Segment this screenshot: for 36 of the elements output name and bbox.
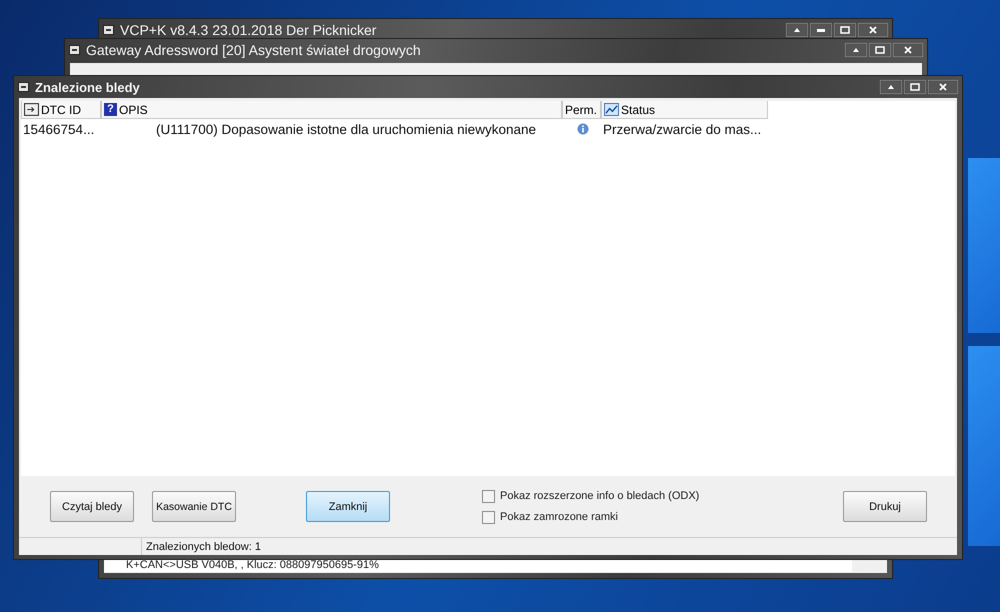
close-icon[interactable] (928, 80, 958, 94)
table-cell-text: 15466754... (22, 122, 96, 136)
action-button[interactable]: Zamknij (306, 491, 390, 522)
system-menu-icon[interactable] (18, 82, 29, 92)
minimize-icon[interactable] (810, 23, 832, 37)
action-button[interactable]: Kasowanie DTC (152, 491, 236, 522)
table-row[interactable]: 15466754... (U111700) Dopasowanie istotne dla uruchomienia niewykonane Przerwa/zwarcie do mas... (21, 119, 955, 139)
column-header[interactable]: Perm. (562, 101, 601, 119)
checkbox-label: Pokaz zamrozone ramki (500, 511, 618, 523)
checkbox[interactable] (482, 490, 495, 502)
action-button[interactable]: Czytaj bledy (50, 491, 134, 522)
checkbox-label: Pokaz rozszerzone info o bledach (ODX) (500, 490, 700, 502)
print-button[interactable]: Drukuj (843, 491, 927, 522)
column-header[interactable]: DTC ID (21, 101, 101, 119)
window-title: Gateway Adressword [20] Asystent świateł drogowych (86, 42, 422, 58)
checkbox[interactable] (482, 510, 495, 524)
help-icon: ? (104, 103, 117, 116)
window-title: VCP+K v8.4.3 23.01.2018 Der Picknicker (120, 22, 378, 38)
column-header[interactable]: Status (601, 101, 768, 119)
table-cell-text: (U111700) Dopasowanie istotne dla uruchomienia niewykonane (155, 122, 537, 136)
up-icon[interactable] (786, 23, 808, 37)
system-menu-icon[interactable] (103, 25, 114, 35)
column-header[interactable]: ? OPIS (101, 101, 562, 119)
close-icon[interactable] (858, 23, 888, 37)
status-text: Znalezionych bledow: 1 (145, 540, 261, 552)
maximize-icon[interactable] (904, 80, 926, 94)
maximize-icon[interactable] (869, 43, 891, 57)
table-cell-text: Przerwa/zwarcie do mas... (602, 122, 762, 136)
up-icon[interactable] (845, 43, 867, 57)
up-icon[interactable] (880, 80, 902, 94)
close-icon[interactable] (893, 43, 923, 57)
system-menu-icon[interactable] (69, 45, 80, 55)
screen-icon (24, 103, 39, 116)
window-title: Znalezione bledy (35, 80, 141, 94)
maximize-icon[interactable] (834, 23, 856, 37)
chart-icon (604, 103, 619, 116)
